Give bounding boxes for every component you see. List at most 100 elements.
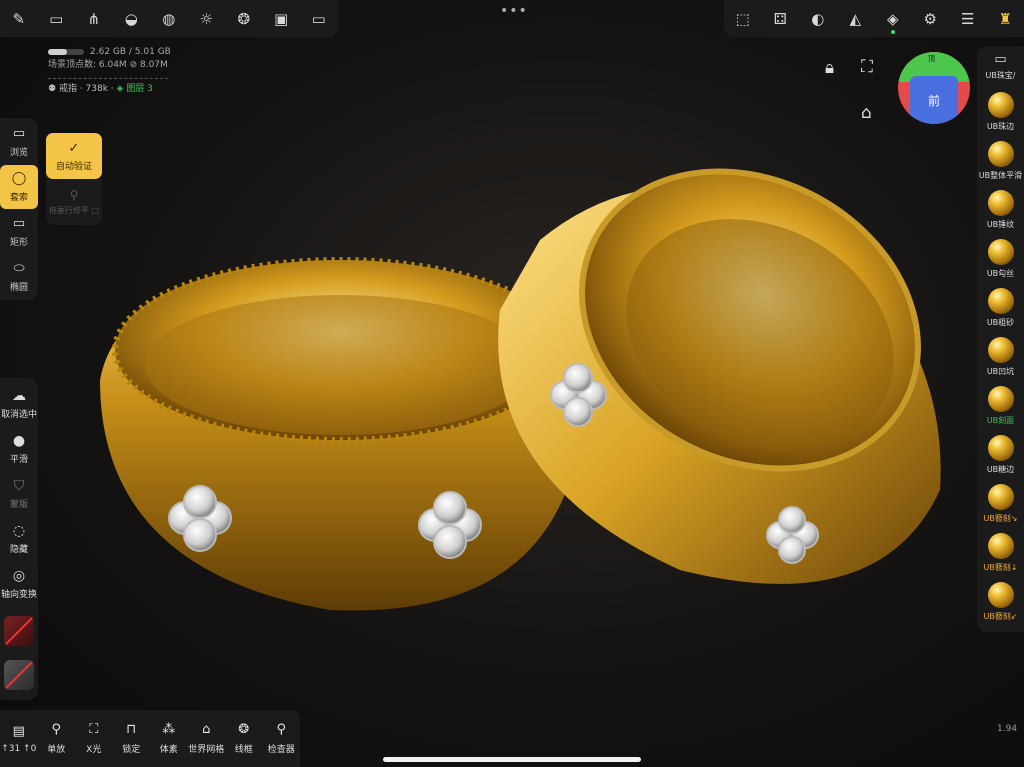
share-icon[interactable]: ⋔ — [75, 0, 113, 37]
world-grid-button[interactable]: ⌂ 世界网格 — [188, 710, 226, 767]
object-info[interactable]: ⚉ 戒指 · 738k · ◈ 图层 3 — [48, 83, 171, 96]
random-icon[interactable]: ⚃ — [762, 0, 800, 37]
home-icon[interactable]: ⌂ — [861, 103, 872, 123]
lock-icon[interactable]: 🔒︎ — [825, 58, 834, 78]
inspector-button-label: 检查器 — [267, 745, 295, 755]
render-icon[interactable]: ❂ — [225, 0, 263, 37]
solo-button-label: 单放 — [47, 745, 66, 755]
history-button[interactable]: ▤ ↑31 ↑0 — [0, 710, 38, 767]
xray-button-label: X光 — [86, 745, 102, 755]
brush-preview-icon — [987, 386, 1014, 412]
brush-item[interactable]: UB整体平滑 — [977, 139, 1024, 189]
brush-item[interactable]: UB簪刻↓ — [977, 531, 1024, 581]
axis-transform-button[interactable]: ◎ 轴向变换 — [0, 562, 38, 606]
bottom-toolbar: ▤ ↑31 ↑0 ⚲ 单放 ⛶ X光 ⊓ 锁定 ⁂ 体素 ⌂ 世界网格 ❂ 线框 ⚲ 检查器 — [0, 710, 300, 767]
select-tool-icon-glyph: ⬚ — [735, 9, 750, 28]
active-indicator — [890, 30, 895, 34]
xray-button[interactable]: ⛶ X光 — [75, 710, 113, 767]
tool-rectangle[interactable]: ▭ 矩形 — [0, 210, 38, 254]
symmetry-icon-glyph: ◭ — [849, 9, 862, 28]
mask-button[interactable]: ⛉ 蒙版 — [0, 472, 38, 516]
deselect-button[interactable]: ☁ 取消选中 — [0, 382, 38, 426]
brush-label: UB锤纹 — [986, 220, 1015, 229]
wireframe-button[interactable]: ❂ 线框 — [225, 710, 263, 767]
brush-preview-icon — [987, 239, 1014, 265]
stats-divider — [48, 78, 168, 79]
smooth-button-label: 平滑 — [9, 455, 28, 465]
color-swatch-primary[interactable] — [4, 616, 34, 646]
image-icon[interactable]: ▣ — [263, 0, 301, 37]
zoom-level: 1.94 — [997, 724, 1018, 734]
brush-label: UB簪刻↓ — [983, 563, 1018, 572]
view-cube-gizmo[interactable]: 顶 前 — [898, 52, 970, 124]
solo-button[interactable]: ⚲ 单放 — [38, 710, 76, 767]
brush-item[interactable]: UB珠边 — [977, 90, 1024, 140]
light-icon[interactable]: ☼ — [188, 0, 226, 37]
video-icon[interactable]: ▭ — [300, 0, 338, 37]
smooth-button[interactable]: ● 平滑 — [0, 427, 38, 471]
brush-item[interactable]: UB刻面 — [977, 384, 1024, 434]
sliders-icon[interactable]: ☰ — [949, 0, 987, 37]
none-slash-icon — [4, 660, 34, 690]
hide-button[interactable]: ◌ 隐藏 — [0, 517, 38, 561]
folder-icon[interactable]: ▭ — [38, 0, 76, 37]
vertex-line: 场景顶点数: 6.04M ⊘ 8.07M — [48, 60, 168, 70]
plugin-icon-glyph: ♜ — [998, 9, 1012, 28]
lock-button[interactable]: ⊓ 锁定 — [113, 710, 151, 767]
gizmo-front-face[interactable]: 前 — [910, 76, 958, 124]
brush-folder[interactable]: ▭ UB珠宝/ — [977, 46, 1024, 86]
brush-settings-icon[interactable]: ✎ — [0, 0, 38, 37]
more-menu-dots[interactable]: ••• — [500, 3, 528, 19]
hide-button-label: 隐藏 — [9, 545, 28, 555]
layers-icon-glyph: ◈ — [886, 9, 899, 28]
brush-item[interactable]: UB锤纹 — [977, 188, 1024, 238]
layers-icon[interactable]: ◈ — [874, 0, 912, 37]
brush-preview-icon — [987, 141, 1014, 167]
brush-label: UB簪刻↙ — [983, 612, 1018, 621]
symmetry-icon[interactable]: ◭ — [837, 0, 875, 37]
none-slash-icon — [4, 616, 34, 646]
brush-label: UB凹坑 — [986, 367, 1015, 376]
palette-icon[interactable]: ◐ — [799, 0, 837, 37]
plugin-icon[interactable]: ♜ — [987, 0, 1024, 37]
inspector-button[interactable]: ⚲ 检查器 — [263, 710, 301, 767]
sliders-icon-glyph: ☰ — [961, 9, 975, 28]
settings-icon[interactable]: ⚙ — [912, 0, 950, 37]
voxel-button[interactable]: ⁂ 体素 — [150, 710, 188, 767]
history-icon: ▤ — [12, 723, 25, 739]
home-indicator[interactable] — [383, 757, 641, 762]
brush-preview-icon — [987, 288, 1014, 314]
tool-lasso[interactable]: ◯ 套索 — [0, 165, 38, 209]
memory-line: 2.62 GB / 5.01 GB — [48, 46, 171, 59]
folder-icon: ▭ — [994, 51, 1007, 67]
brush-item[interactable]: UB糖边 — [977, 433, 1024, 483]
settings-icon-glyph: ⚙ — [923, 9, 937, 28]
fullscreen-icon[interactable]: ⛶ — [861, 57, 873, 77]
ellipse-icon: ⬭ — [13, 261, 25, 276]
deselect-button-label: 取消选中 — [0, 410, 37, 420]
brush-item[interactable]: UB勾丝 — [977, 237, 1024, 287]
tool-browse[interactable]: ▭ 浏览 — [0, 120, 38, 164]
right-ring[interactable] — [498, 150, 970, 584]
wireframe-icon: ❂ — [238, 722, 250, 737]
viewport-scene[interactable] — [80, 150, 970, 650]
brush-preview-icon — [987, 92, 1014, 118]
brush-preview-icon — [987, 582, 1014, 608]
top-left-toolbar: ✎ ▭ ⋔ ◒ ◍ ☼ ❂ ▣ ▭ — [0, 0, 338, 37]
brush-item[interactable]: UB簪刻↘ — [977, 482, 1024, 532]
select-tool-icon[interactable]: ⬚ — [724, 0, 762, 37]
random-icon-glyph: ⚃ — [773, 9, 787, 28]
axis-transform-button-label: 轴向变换 — [0, 590, 37, 600]
brush-item[interactable]: UB簪刻↙ — [977, 580, 1024, 630]
material-icon[interactable]: ◒ — [113, 0, 151, 37]
lasso-icon: ◯ — [11, 171, 27, 186]
lock-button-label: 锁定 — [122, 745, 141, 755]
color-swatch-secondary[interactable] — [4, 660, 34, 690]
tool-label: 椭圆 — [9, 283, 28, 293]
tool-label: 套索 — [9, 193, 28, 203]
palette-icon-glyph: ◐ — [811, 9, 825, 28]
tool-ellipse[interactable]: ⬭ 椭圆 — [0, 255, 38, 299]
globe-icon[interactable]: ◍ — [150, 0, 188, 37]
brush-item[interactable]: UB凹坑 — [977, 335, 1024, 385]
brush-item[interactable]: UB粗砂 — [977, 286, 1024, 336]
